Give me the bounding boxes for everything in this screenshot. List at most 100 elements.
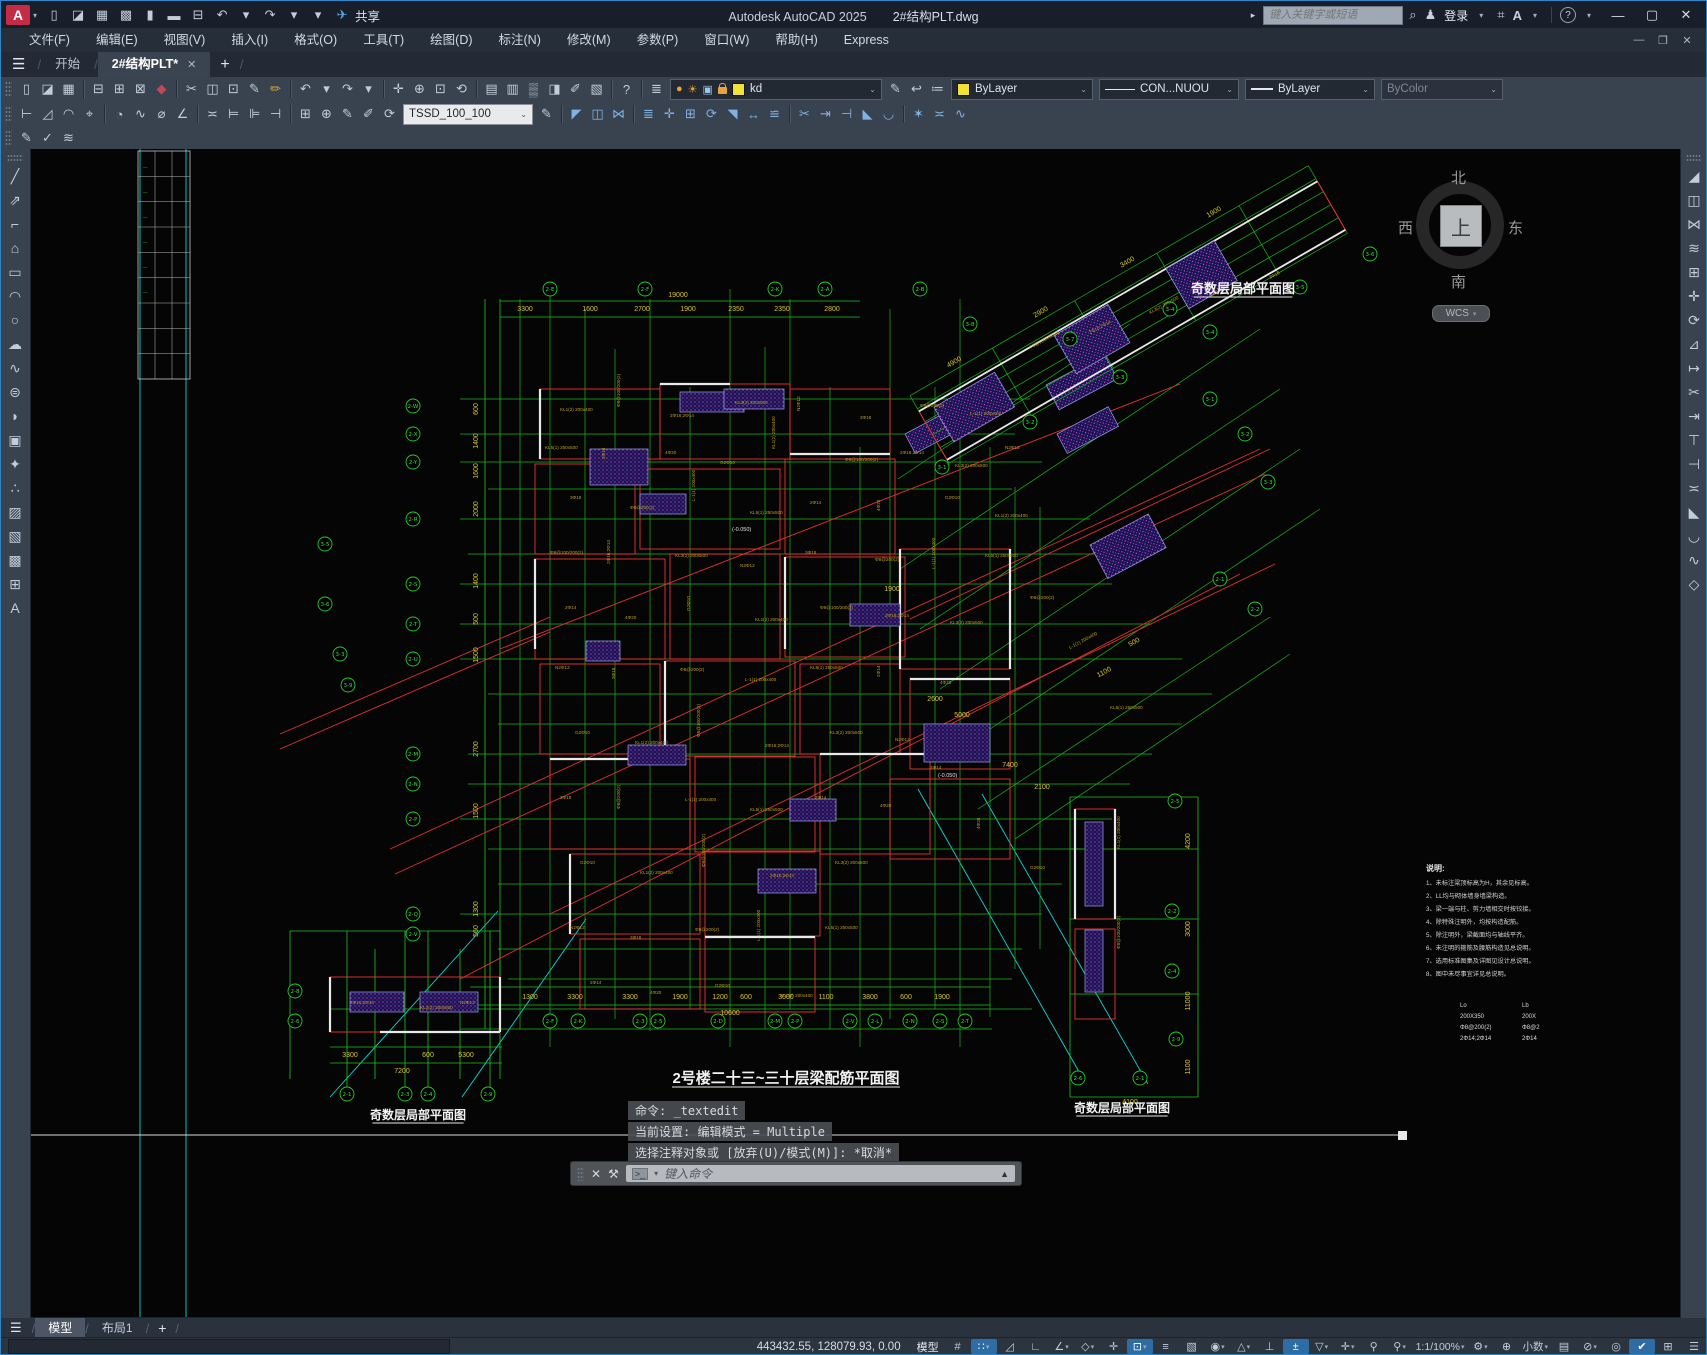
mod-copy-button[interactable]: ◫ <box>587 104 608 124</box>
layout-menu-icon[interactable]: ☰ <box>0 1318 32 1338</box>
dim-baseline-button[interactable]: ⊫ <box>244 104 265 124</box>
create-block-button[interactable]: ✦ <box>3 452 27 476</box>
status-snap[interactable]: ∷ ▾ <box>970 1339 997 1354</box>
dim-center-mark-button[interactable]: ⊕ <box>316 104 337 124</box>
menu-4[interactable]: 插入(I) <box>218 28 281 52</box>
menu-2[interactable]: 编辑(E) <box>83 28 151 52</box>
search-icon[interactable]: ⌕ <box>1409 7 1416 23</box>
spell-check-button[interactable]: ✓ <box>37 128 58 148</box>
signin-caret-icon[interactable]: ▾ <box>1479 11 1483 20</box>
export-dwf-button[interactable]: ◆ <box>151 79 172 99</box>
layer-on-icon[interactable]: ● <box>676 83 683 95</box>
draw-line-button[interactable]: ╱ <box>3 164 27 188</box>
undo-button[interactable]: ↶ <box>211 5 233 25</box>
mod-move-button[interactable]: ✛ <box>1682 284 1706 308</box>
qsave-button[interactable]: ▦ <box>58 79 79 99</box>
draw-arc-button[interactable]: ◠ <box>3 284 27 308</box>
status-cycling[interactable]: ◉ ▾ <box>1205 1339 1231 1354</box>
saveas-button[interactable]: ▩ <box>115 5 137 25</box>
help-icon[interactable]: ? <box>1559 7 1576 23</box>
redo-drop[interactable]: ▾ <box>358 79 379 99</box>
signin-label[interactable]: 登录 <box>1444 7 1468 24</box>
command-bar-grip[interactable] <box>577 1166 584 1181</box>
draw-ellipse-button[interactable]: ⊜ <box>3 380 27 404</box>
new-tab-button[interactable]: + <box>210 52 239 77</box>
mod-offset-button[interactable]: ≣ <box>638 104 659 124</box>
status-cleanscreen[interactable]: ⊞ <box>1655 1339 1681 1354</box>
draw-gradient-button[interactable]: ▧ <box>3 524 27 548</box>
doc-restore-button[interactable]: ❐ <box>1653 34 1673 47</box>
draw-circle-button[interactable]: ○ <box>3 308 27 332</box>
quickcalc-button[interactable]: ▧ <box>586 79 607 99</box>
mod-extend-button[interactable]: ⇥ <box>1682 404 1706 428</box>
lineweight-dropdown-caret-icon[interactable]: ⌄ <box>1362 85 1369 94</box>
mod-stretch-button[interactable]: ↦ <box>1682 356 1706 380</box>
toolbar-grip[interactable] <box>1686 154 1702 161</box>
pan-button[interactable]: ✛ <box>388 79 409 99</box>
undo-button[interactable]: ↶ <box>295 79 316 99</box>
search-collapse-icon[interactable]: ▸ <box>1251 10 1256 21</box>
model-space-button[interactable]: 模型 <box>911 1339 945 1354</box>
cut-button[interactable]: ✂ <box>181 79 202 99</box>
status-filter[interactable]: ▽ ▾ <box>1309 1339 1335 1354</box>
dim-edit-button[interactable]: ✎ <box>337 104 358 124</box>
tab-layout1[interactable]: 布局1 <box>89 1318 146 1338</box>
mod-scale-button[interactable]: ◥ <box>722 104 743 124</box>
dim-continue-button[interactable]: ⊨ <box>223 104 244 124</box>
mod-trim-button[interactable]: ✂ <box>1682 380 1706 404</box>
share-label[interactable]: 共享 <box>355 6 380 25</box>
dim-break-button[interactable]: ⊣ <box>265 104 286 124</box>
edit-text-button[interactable]: ✎ <box>16 128 37 148</box>
command-expand-icon[interactable]: ▲ <box>1000 1169 1009 1179</box>
dim-style-manager[interactable]: ✎ <box>536 104 557 124</box>
menu-1[interactable]: 文件(F) <box>16 28 83 52</box>
redo-button[interactable]: ↷ <box>259 5 281 25</box>
status-isolate[interactable]: ◎ <box>1603 1339 1629 1354</box>
status-polar[interactable]: ∠ ▾ <box>1049 1339 1075 1354</box>
dim-text-edit-button[interactable]: ✐ <box>358 104 379 124</box>
autodesk-caret-icon[interactable]: ▾ <box>1533 11 1537 20</box>
open-button[interactable]: ◪ <box>67 5 89 25</box>
draw-rectangle-button[interactable]: ▭ <box>3 260 27 284</box>
status-units[interactable]: 小数 ▾ <box>1519 1339 1551 1354</box>
mod-chamfer-button[interactable]: ◣ <box>1682 500 1706 524</box>
draw-polygon-button[interactable]: ⌂ <box>3 236 27 260</box>
draw-spline-button[interactable]: ∿ <box>3 356 27 380</box>
draw-region-button[interactable]: ▩ <box>3 548 27 572</box>
status-grid[interactable]: # <box>945 1339 971 1354</box>
mod-blend-button[interactable]: ∿ <box>950 104 971 124</box>
close-button[interactable]: ✕ <box>1673 7 1699 23</box>
dim-angular-button[interactable]: ∠ <box>172 104 193 124</box>
layer-thaw-icon[interactable]: ☀ <box>688 83 698 96</box>
plot-preview-button[interactable]: ⊞ <box>109 79 130 99</box>
dim-radius-button[interactable]: ◔ <box>109 104 130 124</box>
toolbar-grip[interactable] <box>5 106 12 122</box>
mod-break-button[interactable]: ⊣ <box>836 104 857 124</box>
status-customize[interactable]: ☰ <box>1681 1339 1707 1354</box>
mod-fillet-button[interactable]: ◡ <box>878 104 899 124</box>
properties-button[interactable]: ▤ <box>481 79 502 99</box>
plot-button[interactable]: ⊟ <box>88 79 109 99</box>
layer-previous-button[interactable]: ↩ <box>906 79 927 99</box>
tab-model[interactable]: 模型 <box>35 1318 86 1338</box>
status-dyninput[interactable]: ± <box>1282 1339 1309 1354</box>
layer-translate-button[interactable]: ≋ <box>58 128 79 148</box>
menu-5[interactable]: 格式(O) <box>281 28 350 52</box>
logo-caret-icon[interactable]: ▾ <box>33 11 37 20</box>
dim-quick-button[interactable]: ≍ <box>202 104 223 124</box>
search-input[interactable] <box>1263 5 1404 25</box>
linetype-dropdown[interactable]: CON...NUOU ⌄ <box>1099 78 1239 100</box>
publish-button[interactable]: ⊠ <box>130 79 151 99</box>
status-workspace[interactable]: ⚙ ▾ <box>1467 1339 1493 1354</box>
compass-south[interactable]: 南 <box>1451 271 1466 292</box>
status-transparency[interactable]: ▧ <box>1179 1339 1205 1354</box>
draw-point-button[interactable]: ∴ <box>3 476 27 500</box>
status-annotation-vis[interactable]: ⚲ <box>1361 1339 1387 1354</box>
share-plane-button[interactable]: ✈ <box>331 5 353 25</box>
sheet-set-button[interactable]: ◨ <box>544 79 565 99</box>
undo-drop[interactable]: ▾ <box>316 79 337 99</box>
mod-blend-button[interactable]: ∿ <box>1682 548 1706 572</box>
status-annoscale[interactable]: 1:1/100% ▾ <box>1413 1339 1468 1354</box>
mod-erase-button[interactable]: ◢ <box>1682 164 1706 188</box>
mod-fillet-button[interactable]: ◡ <box>1682 524 1706 548</box>
